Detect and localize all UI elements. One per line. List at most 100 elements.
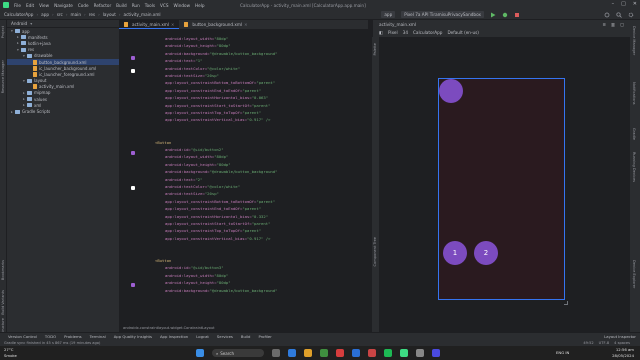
tool-window-services[interactable]: Services bbox=[217, 334, 233, 339]
tool-window-problems[interactable]: Problems bbox=[64, 334, 82, 339]
breadcrumb-item[interactable]: CalculatorApp bbox=[4, 12, 33, 17]
search-icon[interactable] bbox=[616, 11, 622, 18]
spotify-icon[interactable] bbox=[384, 349, 392, 357]
tool-window-profiler[interactable]: Profiler bbox=[258, 334, 271, 339]
menu-file[interactable]: File bbox=[14, 3, 21, 8]
sync-icon[interactable] bbox=[604, 12, 610, 18]
lang-indicator[interactable]: ENG bbox=[556, 350, 564, 355]
run-config-selector[interactable]: app bbox=[381, 11, 396, 18]
task-view-icon[interactable] bbox=[272, 349, 280, 357]
code-line[interactable]: android:background="@drawable/button_bac… bbox=[165, 169, 277, 175]
breadcrumb-item[interactable]: res bbox=[89, 12, 95, 17]
app-icon[interactable] bbox=[416, 349, 424, 357]
close-icon[interactable]: ✕ bbox=[633, 1, 637, 7]
project-tool-tab[interactable]: Project bbox=[1, 26, 5, 38]
drawable-preview-icon[interactable] bbox=[131, 56, 135, 60]
drawable-preview-icon[interactable] bbox=[131, 151, 135, 155]
file-explorer-icon[interactable] bbox=[304, 349, 312, 357]
tool-window-version-control[interactable]: Version Control bbox=[8, 334, 37, 339]
tool-window-app-inspection[interactable]: App Inspection bbox=[160, 334, 188, 339]
menu-help[interactable]: Help bbox=[195, 3, 205, 8]
stop-icon[interactable] bbox=[514, 12, 520, 18]
design-mode-split[interactable]: ▥ bbox=[611, 22, 615, 27]
palette-tab[interactable]: Palette bbox=[373, 43, 377, 55]
chevron-down-icon[interactable]: ▾ bbox=[30, 21, 32, 26]
tool-window-build[interactable]: Build bbox=[241, 334, 251, 339]
code-line[interactable]: app:layout_constraintBottom_toBottomOf="… bbox=[165, 80, 275, 86]
code-line[interactable]: app:layout_constraintTop_toTopOf="parent… bbox=[165, 228, 261, 234]
run-icon[interactable] bbox=[490, 12, 496, 18]
code-line[interactable]: app:layout_constraintVertical_bias="0.91… bbox=[165, 117, 270, 123]
weather-widget[interactable]: 27°C Smoke bbox=[4, 347, 17, 358]
device-preview-frame[interactable]: 1 2 bbox=[438, 78, 565, 300]
app-icon[interactable] bbox=[336, 349, 344, 357]
code-line[interactable]: android:textSize="20sp" bbox=[165, 191, 219, 197]
edge-icon[interactable] bbox=[288, 349, 296, 357]
recorder-icon[interactable] bbox=[368, 349, 376, 357]
device-explorer-tab[interactable]: Device Explorer bbox=[632, 260, 636, 288]
bookmarks-tab[interactable]: Bookmarks bbox=[1, 260, 5, 280]
theme-selector[interactable]: CalculatorApp bbox=[413, 30, 442, 35]
android-studio-icon[interactable] bbox=[400, 349, 408, 357]
color-swatch-icon[interactable] bbox=[131, 69, 135, 73]
api-selector[interactable]: 34 bbox=[403, 30, 408, 35]
gradle-tab[interactable]: Gradle bbox=[632, 128, 636, 140]
tree-item[interactable]: ▸ Gradle Scripts bbox=[7, 108, 119, 114]
color-swatch-icon[interactable] bbox=[131, 186, 135, 190]
menu-refactor[interactable]: Refactor bbox=[94, 3, 112, 8]
menu-view[interactable]: View bbox=[39, 3, 49, 8]
tool-window-logcat[interactable]: Logcat bbox=[196, 334, 209, 339]
close-tab-icon[interactable]: ✕ bbox=[171, 22, 174, 27]
tool-window-app-quality-insights[interactable]: App Quality Insights bbox=[114, 334, 152, 339]
device-manager-tab[interactable]: Device Manager bbox=[632, 26, 636, 55]
app-icon[interactable] bbox=[432, 349, 440, 357]
code-line[interactable]: android:text="2" bbox=[165, 177, 202, 183]
editor-tab[interactable]: activity_main.xml ✕ bbox=[119, 20, 180, 29]
menu-window[interactable]: Window bbox=[174, 3, 191, 8]
preview-circle-top[interactable] bbox=[439, 79, 463, 103]
preview-button-2[interactable]: 2 bbox=[474, 241, 498, 265]
menu-code[interactable]: Code bbox=[78, 3, 89, 8]
code-line[interactable]: app:layout_constraintVertical_bias="0.91… bbox=[165, 236, 270, 242]
layout-inspector-tab[interactable]: Layout Inspector bbox=[604, 334, 636, 339]
code-editor[interactable]: android:layout_width="80dp" android:layou… bbox=[139, 29, 368, 332]
build-variants-tab[interactable]: Build Variants bbox=[1, 290, 5, 315]
maximize-icon[interactable]: □ bbox=[621, 1, 626, 7]
preview-button-1[interactable]: 1 bbox=[443, 241, 467, 265]
region-indicator[interactable]: IN bbox=[565, 350, 569, 355]
breadcrumb-item[interactable]: activity_main.xml bbox=[124, 12, 161, 17]
taskbar-search[interactable]: ⌕ Search bbox=[212, 349, 264, 357]
close-tab-icon[interactable]: ✕ bbox=[244, 22, 247, 27]
menu-navigate[interactable]: Navigate bbox=[54, 3, 73, 8]
code-line[interactable]: android:textColor="@color/white" bbox=[165, 184, 240, 190]
code-line[interactable]: app:layout_constraintBottom_toBottomOf="… bbox=[165, 199, 275, 205]
locale-selector[interactable]: Default (en-us) bbox=[447, 30, 478, 35]
menu-build[interactable]: Build bbox=[116, 3, 127, 8]
code-line[interactable]: android:id="@+id/button2" bbox=[165, 147, 224, 153]
menu-tools[interactable]: Tools bbox=[145, 3, 155, 8]
menu-run[interactable]: Run bbox=[132, 3, 140, 8]
code-line[interactable]: app:layout_constraintHorizontal_bias="0.… bbox=[165, 95, 268, 101]
editor-tab[interactable]: button_background.xml ✕ bbox=[179, 20, 252, 29]
file-encoding[interactable]: UTF-8 bbox=[599, 341, 609, 345]
code-line[interactable]: android:textColor="@color/white" bbox=[165, 66, 240, 72]
code-line[interactable]: <Button bbox=[155, 258, 171, 264]
tool-window-terminal[interactable]: Terminal bbox=[90, 334, 106, 339]
code-line[interactable]: android:layout_width="80dp" bbox=[165, 154, 228, 160]
caret-position[interactable]: 49:52 bbox=[583, 341, 593, 345]
clock[interactable]: 12:56 am 28/05/2024 bbox=[612, 347, 634, 358]
code-line[interactable]: android:layout_width="80dp" bbox=[165, 273, 228, 279]
code-line[interactable]: app:layout_constraintStart_toStartOf="pa… bbox=[165, 221, 270, 227]
code-line[interactable]: android:id="@+id/button3" bbox=[165, 265, 224, 271]
breadcrumb-item[interactable]: app bbox=[41, 12, 49, 17]
menu-vcs[interactable]: VCS bbox=[160, 3, 168, 8]
menu-edit[interactable]: Edit bbox=[26, 3, 34, 8]
breadcrumb-item[interactable]: main bbox=[71, 12, 81, 17]
code-line[interactable]: android:layout_height="80dp" bbox=[165, 280, 231, 286]
code-line[interactable]: android:textSize="20sp" bbox=[165, 73, 219, 79]
component-tree-tab[interactable]: Component Tree bbox=[373, 237, 377, 267]
tool-window-todo[interactable]: TODO bbox=[45, 334, 56, 339]
minimize-icon[interactable]: – bbox=[612, 1, 615, 7]
code-line[interactable]: android:layout_width="80dp" bbox=[165, 36, 228, 42]
code-line[interactable]: app:layout_constraintEnd_toEndOf="parent… bbox=[165, 206, 261, 212]
